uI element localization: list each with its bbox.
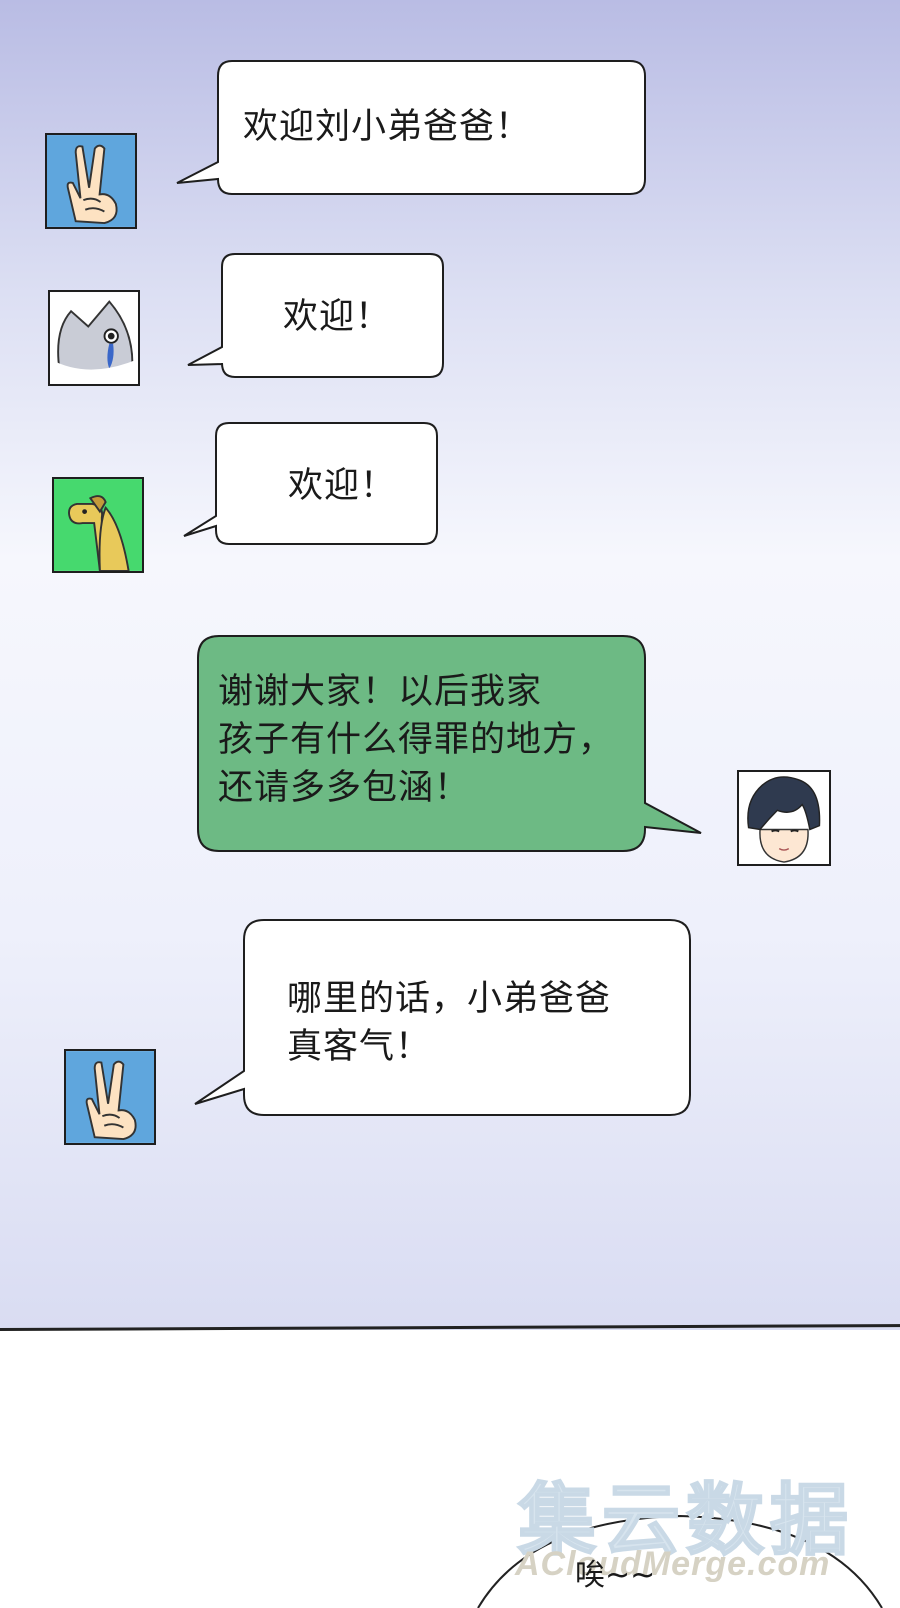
message-text-3: 欢迎！ [288, 466, 397, 506]
watermark-en: ACloudMerge.com [515, 1545, 831, 1583]
message-text-4: 谢谢大家！以后我家 孩子有什么得罪的地方， 还请多多包涵！ [218, 672, 615, 808]
message-text-5: 哪里的话，小弟爸爸 真客气！ [287, 979, 612, 1067]
message-text-1: 欢迎刘小弟爸爸！ [243, 107, 532, 147]
yellow-dino-icon [52, 477, 144, 573]
crying-cat-icon [48, 290, 140, 386]
peace-hand-icon-2 [64, 1049, 156, 1145]
dark-haired-man-avatar [737, 770, 831, 866]
bottom-speech-text: 唉~~ [575, 1558, 656, 1593]
message-text-2: 欢迎！ [283, 297, 392, 337]
peace-hand-icon [45, 133, 137, 229]
chat-panel: 欢迎刘小弟爸爸！ 欢迎！ 欢迎！ 谢谢大家！以后我家 孩子有什么得罪的地方， 还 [0, 0, 900, 1330]
